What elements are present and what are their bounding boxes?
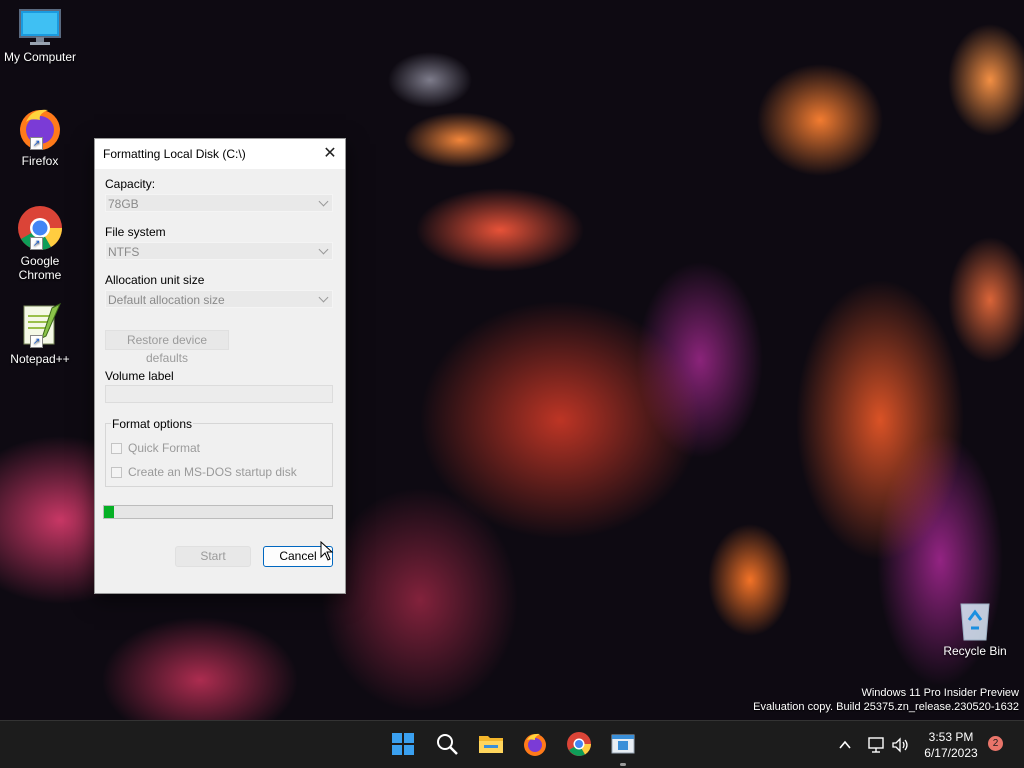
desktop-icon-label: Recycle Bin bbox=[943, 644, 1007, 658]
desktop-icon-firefox[interactable]: ↗ Firefox bbox=[0, 104, 80, 168]
clock-time: 3:53 PM bbox=[928, 730, 974, 744]
capacity-label: Capacity: bbox=[105, 177, 156, 191]
capacity-value: 78GB bbox=[108, 197, 139, 211]
format-progress-bar bbox=[103, 505, 333, 519]
file-system-value: NTFS bbox=[108, 245, 140, 259]
watermark-line-1: Windows 11 Pro Insider Preview bbox=[861, 687, 1019, 699]
network-icon[interactable] bbox=[868, 737, 886, 753]
allocation-select[interactable]: Default allocation size bbox=[105, 290, 333, 308]
format-options-title: Format options bbox=[111, 417, 194, 431]
desktop-icon-label: Google Chrome bbox=[18, 254, 62, 282]
desktop-icon-recycle-bin[interactable]: Recycle Bin bbox=[935, 598, 1015, 658]
chevron-down-icon bbox=[318, 244, 329, 255]
desktop-icon-chrome[interactable]: ↗ Google Chrome bbox=[0, 204, 80, 282]
quick-format-checkbox[interactable] bbox=[111, 443, 122, 454]
volume-label-input[interactable] bbox=[105, 385, 333, 403]
taskbar-clock[interactable]: 3:53 PM 6/17/2023 bbox=[920, 729, 982, 761]
desktop-icon-label: My Computer bbox=[3, 50, 77, 64]
chevron-down-icon bbox=[318, 196, 329, 207]
msdos-disk-label: Create an MS-DOS startup disk bbox=[128, 465, 297, 479]
allocation-value: Default allocation size bbox=[108, 293, 225, 307]
taskbar: 3:53 PM 6/17/2023 bbox=[0, 720, 1024, 768]
restore-defaults-button[interactable]: Restore device defaults bbox=[105, 330, 229, 365]
dialog-title: Formatting Local Disk (C:\) bbox=[103, 147, 246, 161]
shortcut-arrow-icon: ↗ bbox=[30, 237, 43, 250]
recycle-bin-icon bbox=[960, 603, 990, 641]
mouse-cursor-icon bbox=[320, 541, 334, 561]
clock-date: 6/17/2023 bbox=[924, 746, 978, 760]
shortcut-arrow-icon: ↗ bbox=[30, 137, 43, 150]
chevron-down-icon bbox=[318, 292, 329, 303]
allocation-label: Allocation unit size bbox=[105, 273, 205, 287]
start-button[interactable]: Start bbox=[175, 546, 251, 567]
file-system-select[interactable]: NTFS bbox=[105, 242, 333, 260]
monitor-icon bbox=[19, 9, 61, 45]
chrome-icon[interactable] bbox=[566, 731, 592, 757]
desktop-icon-label: Firefox bbox=[21, 154, 59, 168]
close-button[interactable]: ✕ bbox=[315, 139, 345, 169]
desktop-icon-my-computer[interactable]: My Computer bbox=[0, 8, 80, 64]
quick-format-label: Quick Format bbox=[128, 441, 201, 455]
volume-icon[interactable] bbox=[892, 737, 910, 753]
volume-label-label: Volume label bbox=[105, 369, 174, 383]
firefox-icon[interactable] bbox=[522, 731, 548, 757]
search-icon[interactable] bbox=[434, 731, 460, 757]
format-dialog-app-icon[interactable] bbox=[610, 731, 636, 757]
format-dialog: Formatting Local Disk (C:\) ✕ Capacity: … bbox=[94, 138, 346, 594]
start-icon[interactable] bbox=[390, 731, 416, 757]
chevron-up-icon[interactable] bbox=[838, 738, 852, 752]
file-system-label: File system bbox=[105, 225, 166, 239]
watermark-line-2: Evaluation copy. Build 25375.zn_release.… bbox=[753, 701, 1019, 713]
desktop-icon-notepadpp[interactable]: ↗ Notepad++ bbox=[0, 302, 80, 366]
windows-watermark: Windows 11 Pro Insider Preview Evaluatio… bbox=[753, 686, 1019, 714]
shortcut-arrow-icon: ↗ bbox=[30, 335, 43, 348]
notification-badge[interactable]: 2 bbox=[988, 736, 1003, 751]
msdos-disk-checkbox[interactable] bbox=[111, 467, 122, 478]
capacity-select[interactable]: 78GB bbox=[105, 194, 333, 212]
file-explorer-icon[interactable] bbox=[478, 731, 504, 757]
dialog-titlebar[interactable]: Formatting Local Disk (C:\) ✕ bbox=[95, 139, 345, 169]
active-app-indicator bbox=[620, 763, 626, 766]
progress-fill bbox=[104, 506, 114, 518]
desktop-icon-label: Notepad++ bbox=[10, 352, 70, 366]
